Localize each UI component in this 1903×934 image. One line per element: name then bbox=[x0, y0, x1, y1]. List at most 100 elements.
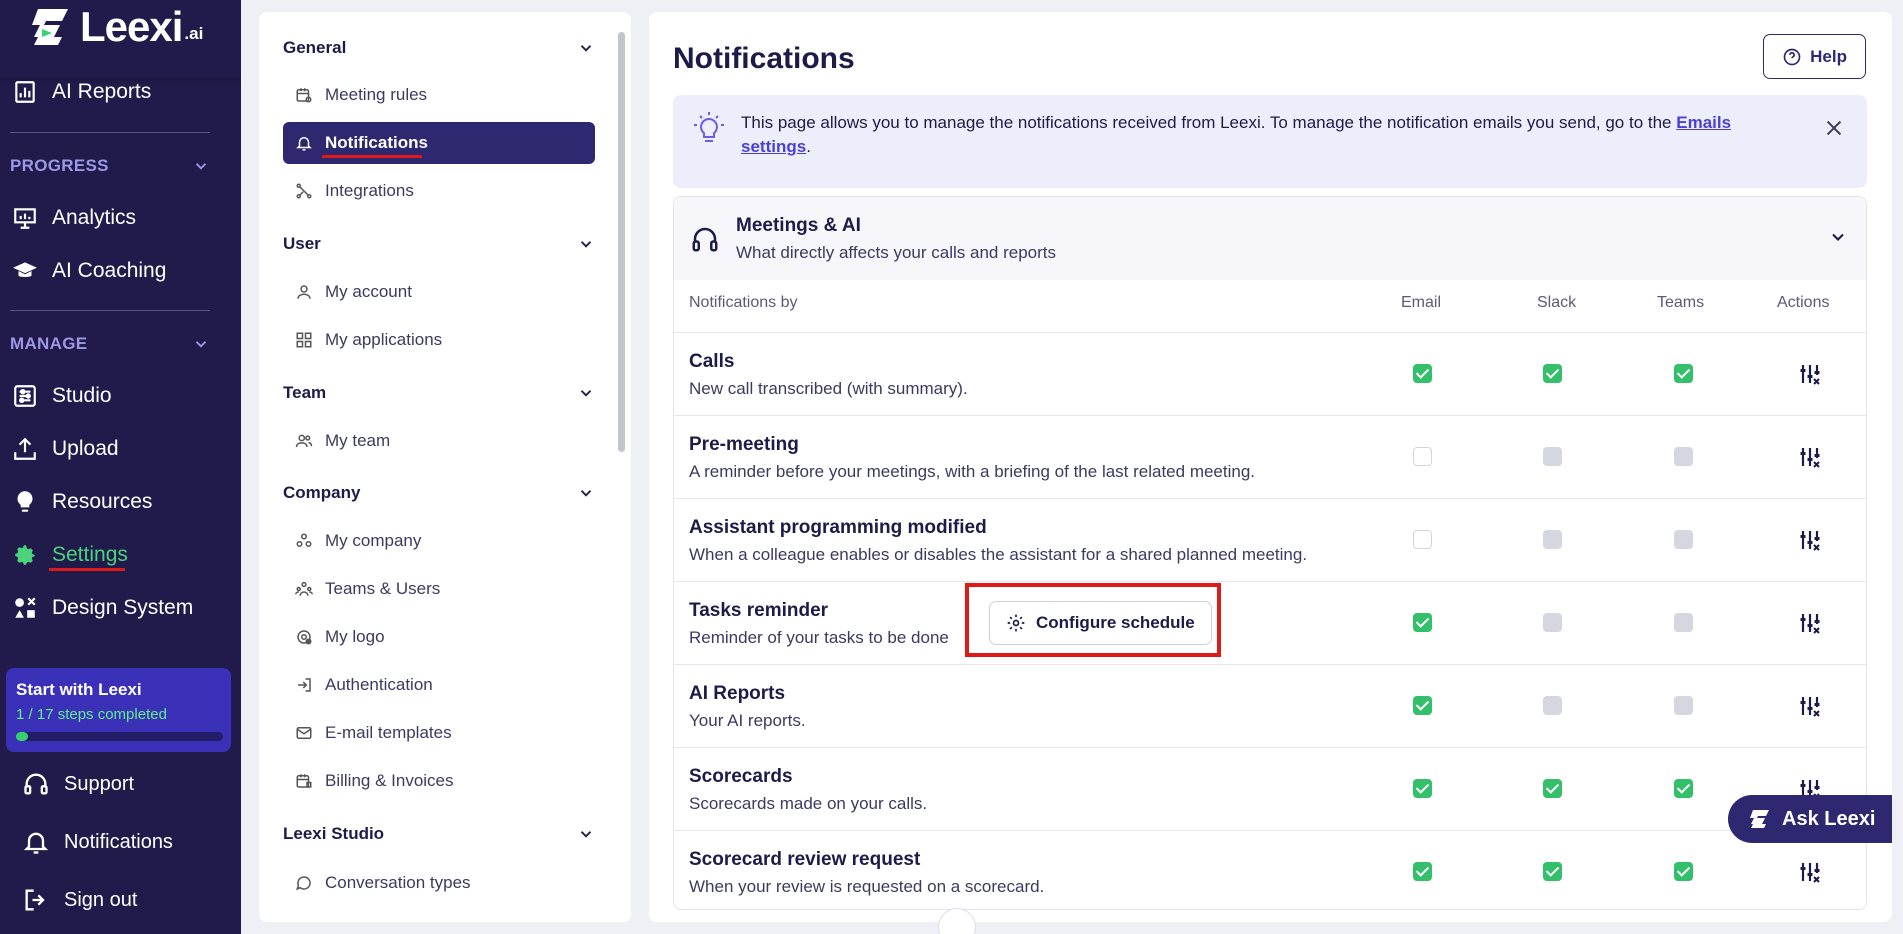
row-title: Pre-meeting bbox=[689, 434, 799, 455]
ask-leexi-button[interactable]: Ask Leexi bbox=[1728, 795, 1892, 843]
menu-item-label: Billing & Invoices bbox=[325, 771, 454, 790]
close-icon[interactable] bbox=[1823, 117, 1845, 139]
menu-item-teams-users[interactable]: Teams & Users bbox=[283, 568, 595, 610]
sidebar-section-progress[interactable]: PROGRESS bbox=[10, 156, 210, 176]
menu-item-my-logo[interactable]: My logo bbox=[283, 616, 595, 658]
menu-item-my-company[interactable]: My company bbox=[283, 520, 595, 562]
menu-item-label: My applications bbox=[325, 330, 443, 349]
menu-group-team[interactable]: Team bbox=[283, 383, 595, 403]
menu-scrollbar-thumb[interactable] bbox=[618, 32, 625, 452]
slack-checkbox[interactable] bbox=[1543, 862, 1562, 881]
sidebar-item-label: Design System bbox=[52, 596, 194, 619]
sidebar-item-design-system[interactable]: Design System bbox=[12, 593, 193, 623]
sidebar-item-ai-reports[interactable]: AI Reports bbox=[12, 77, 151, 107]
table-row: Scorecards Scorecards made on your calls. bbox=[674, 747, 1866, 830]
sidebar-item-upload[interactable]: Upload bbox=[12, 434, 119, 464]
chevron-down-icon[interactable] bbox=[1828, 227, 1848, 247]
card-subtitle: What directly affects your calls and rep… bbox=[736, 242, 1056, 262]
menu-group-leexi-studio[interactable]: Leexi Studio bbox=[283, 824, 595, 844]
mail-icon bbox=[296, 727, 312, 739]
column-header-teams: Teams bbox=[1657, 294, 1705, 311]
graduation-cap-icon bbox=[13, 262, 37, 277]
sidebar-item-studio[interactable]: Studio bbox=[12, 381, 112, 411]
email-checkbox[interactable] bbox=[1413, 779, 1432, 798]
onboarding-title: Start with Leexi bbox=[16, 680, 142, 699]
chevron-down-icon bbox=[580, 45, 592, 52]
row-description: New call transcribed (with summary). bbox=[689, 379, 968, 398]
menu-item-conversation-types[interactable]: Conversation types bbox=[283, 862, 595, 904]
settings-sliders-icon[interactable] bbox=[1798, 362, 1822, 386]
chevron-down-icon bbox=[580, 390, 592, 397]
invoice-icon bbox=[296, 774, 312, 788]
settings-sliders-icon[interactable] bbox=[1798, 611, 1822, 635]
settings-sliders-icon[interactable] bbox=[1798, 445, 1822, 469]
table-row: AI Reports Your AI reports. bbox=[674, 664, 1866, 747]
teams-checkbox bbox=[1674, 447, 1693, 466]
card-header[interactable]: Meetings & AI What directly affects your… bbox=[674, 197, 1866, 280]
sidebar-item-label: Analytics bbox=[52, 206, 137, 229]
teams-checkbox[interactable] bbox=[1674, 364, 1693, 383]
menu-item-label: Authentication bbox=[325, 675, 433, 694]
menu-item-label: Notifications bbox=[325, 133, 428, 152]
menu-item-my-applications[interactable]: My applications bbox=[283, 319, 595, 361]
sidebar-item-label: Sign out bbox=[64, 888, 138, 911]
menu-group-company[interactable]: Company bbox=[283, 483, 595, 503]
teams-checkbox bbox=[1674, 613, 1693, 632]
chat-bubble-icon bbox=[295, 876, 311, 891]
sidebar-item-label: Studio bbox=[52, 384, 112, 407]
sidebar-item-analytics[interactable]: Analytics bbox=[12, 203, 136, 233]
menu-group-label: Leexi Studio bbox=[283, 824, 385, 843]
bell-icon bbox=[296, 137, 312, 151]
sidebar-item-ai-coaching[interactable]: AI Coaching bbox=[12, 256, 166, 286]
menu-item-authentication[interactable]: Authentication bbox=[283, 664, 595, 706]
row-description: Your AI reports. bbox=[689, 711, 806, 730]
table-row: Assistant programming modified When a col… bbox=[674, 498, 1866, 581]
settings-sliders-icon[interactable] bbox=[1798, 860, 1822, 884]
settings-sliders-icon[interactable] bbox=[1798, 528, 1822, 552]
slack-checkbox bbox=[1543, 447, 1562, 466]
email-checkbox[interactable] bbox=[1413, 613, 1432, 632]
teams-checkbox[interactable] bbox=[1674, 862, 1693, 881]
sidebar-item-notifications[interactable]: Notifications bbox=[22, 828, 173, 856]
email-checkbox[interactable] bbox=[1413, 696, 1432, 715]
sidebar-separator bbox=[10, 132, 210, 133]
table-row: Tasks reminder Reminder of your tasks to … bbox=[674, 581, 1866, 664]
sidebar-item-settings[interactable]: Settings bbox=[12, 540, 128, 570]
menu-item-meeting-rules[interactable]: Meeting rules bbox=[283, 74, 595, 116]
row-description: When a colleague enables or disables the… bbox=[689, 545, 1308, 564]
menu-item-my-account[interactable]: My account bbox=[283, 271, 595, 313]
leexi-logo[interactable]: Leexi .ai bbox=[30, 3, 203, 50]
menu-group-general[interactable]: General bbox=[283, 38, 595, 58]
logo-badge-icon bbox=[297, 630, 312, 645]
teams-checkbox[interactable] bbox=[1674, 779, 1693, 798]
row-title: Assistant programming modified bbox=[689, 517, 987, 538]
email-checkbox[interactable] bbox=[1413, 364, 1432, 383]
integrations-icon bbox=[296, 183, 312, 199]
email-checkbox[interactable] bbox=[1413, 862, 1432, 881]
onboarding-progress-card[interactable]: Start with Leexi 1 / 17 steps completed bbox=[6, 668, 231, 752]
sidebar-item-support[interactable]: Support bbox=[22, 770, 134, 798]
sidebar-section-manage[interactable]: MANAGE bbox=[10, 334, 210, 354]
help-button[interactable]: Help bbox=[1763, 34, 1866, 79]
meetings-ai-card: Meetings & AI What directly affects your… bbox=[673, 196, 1867, 910]
slack-checkbox[interactable] bbox=[1543, 779, 1562, 798]
menu-group-user[interactable]: User bbox=[283, 234, 595, 254]
sidebar-item-resources[interactable]: Resources bbox=[12, 487, 152, 517]
slack-checkbox bbox=[1543, 530, 1562, 549]
analytics-board-icon bbox=[14, 208, 36, 229]
menu-item-email-templates[interactable]: E-mail templates bbox=[283, 712, 595, 754]
sidebar-item-sign-out[interactable]: Sign out bbox=[22, 886, 137, 914]
menu-item-billing[interactable]: Billing & Invoices bbox=[283, 760, 595, 802]
section-label: PROGRESS bbox=[10, 156, 109, 175]
email-checkbox[interactable] bbox=[1413, 530, 1432, 549]
slack-checkbox[interactable] bbox=[1543, 364, 1562, 383]
row-description: Reminder of your tasks to be done bbox=[689, 628, 949, 647]
menu-item-integrations[interactable]: Integrations bbox=[283, 170, 595, 212]
info-banner: This page allows you to manage the notif… bbox=[673, 95, 1867, 188]
onboarding-progress-bar bbox=[16, 732, 223, 741]
sign-out-icon bbox=[25, 889, 45, 911]
menu-item-my-team[interactable]: My team bbox=[283, 420, 595, 462]
settings-sliders-icon[interactable] bbox=[1798, 694, 1822, 718]
lightbulb-icon bbox=[17, 491, 33, 512]
email-checkbox[interactable] bbox=[1413, 447, 1432, 466]
